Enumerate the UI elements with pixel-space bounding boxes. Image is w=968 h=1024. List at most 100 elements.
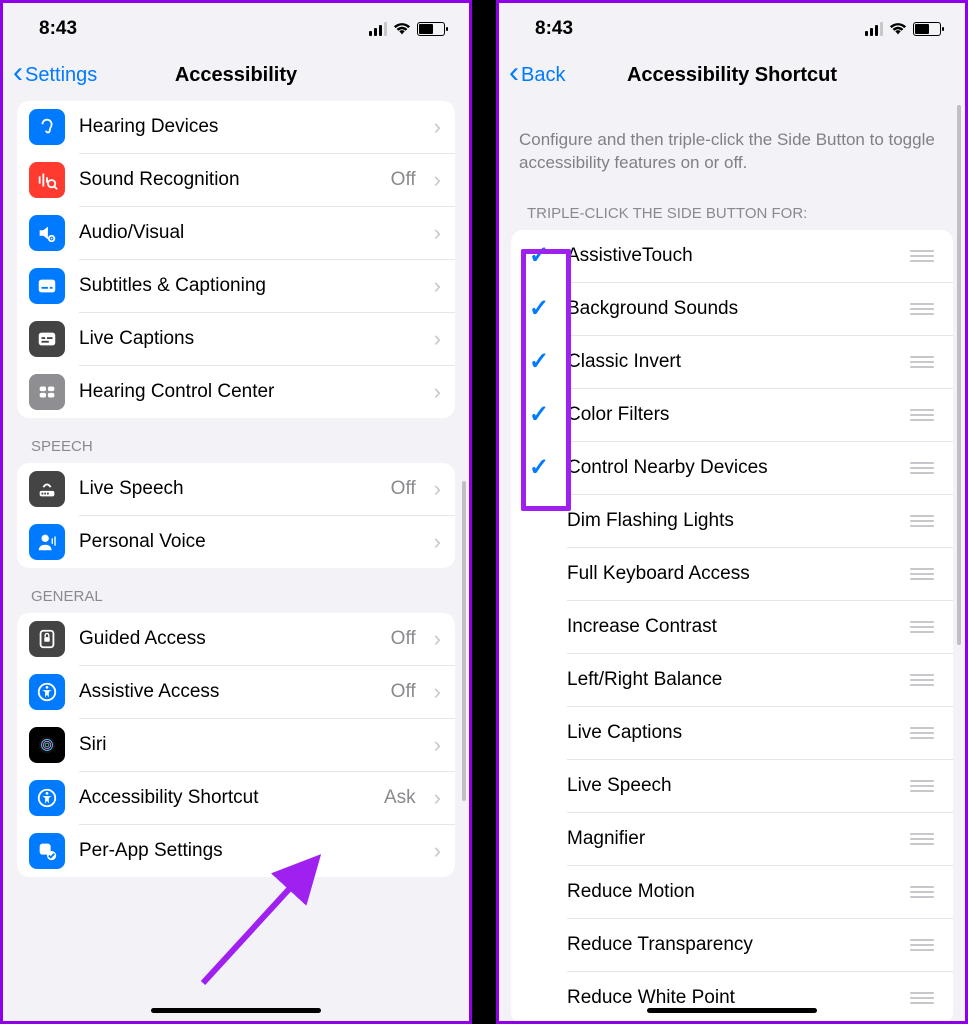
settings-row[interactable]: Live SpeechOff› — [17, 463, 455, 515]
row-label: Assistive Access — [79, 681, 377, 703]
scroll-indicator[interactable] — [462, 481, 466, 801]
drag-handle-icon[interactable] — [907, 780, 937, 792]
drag-handle-icon[interactable] — [907, 462, 937, 474]
row-detail: Off — [391, 478, 416, 500]
row-label: Guided Access — [79, 628, 377, 650]
section-header: SPEECH — [17, 418, 455, 463]
shortcut-row[interactable]: Reduce Motion — [511, 866, 953, 918]
shortcut-row[interactable]: Full Keyboard Access — [511, 548, 953, 600]
back-button[interactable]: ‹ Settings — [13, 62, 97, 88]
assistive-access-icon — [29, 674, 65, 710]
shortcut-row[interactable]: ✓AssistiveTouch — [511, 230, 953, 282]
per-app-icon — [29, 833, 65, 869]
row-detail: Off — [391, 681, 416, 703]
shortcut-label: Classic Invert — [567, 339, 907, 385]
shortcut-label: Color Filters — [567, 392, 907, 438]
settings-row[interactable]: Per-App Settings › — [17, 825, 455, 877]
checkmark-column: ✓ — [511, 453, 567, 482]
shortcut-label: Control Nearby Devices — [567, 445, 907, 491]
shortcut-row[interactable]: ✓Control Nearby Devices — [511, 442, 953, 494]
settings-row[interactable]: Audio/Visual › — [17, 207, 455, 259]
back-button[interactable]: ‹ Back — [509, 62, 565, 88]
checkmark-column: ✓ — [511, 294, 567, 323]
shortcut-row[interactable]: Reduce Transparency — [511, 919, 953, 971]
shortcut-list: ✓AssistiveTouch✓Background Sounds✓Classi… — [511, 230, 953, 1021]
chevron-right-icon: › — [434, 114, 441, 140]
shortcut-row[interactable]: Magnifier — [511, 813, 953, 865]
settings-row[interactable]: Hearing Devices › — [17, 101, 455, 153]
checkmark-column: ✓ — [511, 347, 567, 376]
drag-handle-icon[interactable] — [907, 674, 937, 686]
shortcut-row[interactable]: Increase Contrast — [511, 601, 953, 653]
home-indicator[interactable] — [151, 1008, 321, 1013]
cellular-icon — [369, 22, 387, 36]
status-icons — [369, 22, 445, 36]
settings-row[interactable]: Accessibility ShortcutAsk› — [17, 772, 455, 824]
status-time: 8:43 — [39, 18, 77, 40]
settings-row[interactable]: Guided AccessOff› — [17, 613, 455, 665]
row-label: Accessibility Shortcut — [79, 787, 370, 809]
drag-handle-icon[interactable] — [907, 515, 937, 527]
shortcut-row[interactable]: ✓Background Sounds — [511, 283, 953, 335]
description-text: Configure and then triple-click the Side… — [499, 101, 965, 185]
back-label: Settings — [25, 64, 97, 87]
home-indicator[interactable] — [647, 1008, 817, 1013]
ear-icon — [29, 109, 65, 145]
drag-handle-icon[interactable] — [907, 568, 937, 580]
drag-handle-icon[interactable] — [907, 727, 937, 739]
shortcut-row[interactable]: Live Speech — [511, 760, 953, 812]
row-label: Sound Recognition — [79, 169, 377, 191]
chevron-right-icon: › — [434, 529, 441, 555]
row-label: Siri — [79, 734, 420, 756]
settings-row[interactable]: Subtitles & Captioning› — [17, 260, 455, 312]
chevron-right-icon: › — [434, 220, 441, 246]
row-detail: Off — [391, 628, 416, 650]
chevron-right-icon: › — [434, 838, 441, 864]
shortcut-row[interactable]: ✓Color Filters — [511, 389, 953, 441]
settings-row[interactable]: Personal Voice› — [17, 516, 455, 568]
drag-handle-icon[interactable] — [907, 939, 937, 951]
settings-row[interactable]: Siri› — [17, 719, 455, 771]
settings-section: Guided Access Off › Assistive Access Off › Sir… — [17, 613, 455, 877]
settings-section: Hearing Devices›Sound RecognitionOff›Aud… — [17, 101, 455, 418]
drag-handle-icon[interactable] — [907, 833, 937, 845]
live-captions-icon — [29, 321, 65, 357]
settings-row[interactable]: Live Captions › — [17, 313, 455, 365]
status-icons — [865, 22, 941, 36]
chevron-right-icon: › — [434, 167, 441, 193]
shortcut-label: Full Keyboard Access — [567, 551, 907, 597]
shortcut-row[interactable]: Reduce White Point — [511, 972, 953, 1021]
chevron-right-icon: › — [434, 273, 441, 299]
drag-handle-icon[interactable] — [907, 356, 937, 368]
row-label: Per-App Settings — [79, 840, 420, 862]
chevron-right-icon: › — [434, 679, 441, 705]
shortcut-row[interactable]: Dim Flashing Lights — [511, 495, 953, 547]
row-label: Audio/Visual — [79, 222, 420, 244]
drag-handle-icon[interactable] — [907, 250, 937, 262]
drag-handle-icon[interactable] — [907, 886, 937, 898]
page-title: Accessibility Shortcut — [499, 64, 965, 87]
shortcut-label: Left/Right Balance — [567, 657, 907, 703]
drag-handle-icon[interactable] — [907, 621, 937, 633]
settings-content[interactable]: Hearing Devices›Sound RecognitionOff›Aud… — [3, 101, 469, 1021]
row-label: Hearing Devices — [79, 116, 420, 138]
status-bar: 8:43 — [3, 3, 469, 49]
status-time: 8:43 — [535, 18, 573, 40]
chevron-left-icon: ‹ — [509, 58, 519, 88]
shortcut-content[interactable]: Configure and then triple-click the Side… — [499, 101, 965, 1021]
guided-access-icon — [29, 621, 65, 657]
settings-row[interactable]: Sound RecognitionOff› — [17, 154, 455, 206]
row-label: Live Captions — [79, 328, 420, 350]
drag-handle-icon[interactable] — [907, 303, 937, 315]
drag-handle-icon[interactable] — [907, 409, 937, 421]
shortcut-row[interactable]: ✓Classic Invert — [511, 336, 953, 388]
drag-handle-icon[interactable] — [907, 992, 937, 1004]
chevron-right-icon: › — [434, 326, 441, 352]
shortcut-row[interactable]: Left/Right Balance — [511, 654, 953, 706]
hearing-control-icon — [29, 374, 65, 410]
settings-row[interactable]: Assistive Access Off › — [17, 666, 455, 718]
scroll-indicator[interactable] — [957, 105, 961, 645]
settings-row[interactable]: Hearing Control Center› — [17, 366, 455, 418]
shortcut-row[interactable]: Live Captions — [511, 707, 953, 759]
live-speech-icon — [29, 471, 65, 507]
